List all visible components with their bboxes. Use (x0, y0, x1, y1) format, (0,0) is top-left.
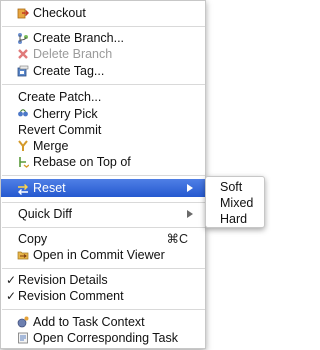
menu-item-label: Revision Comment (18, 289, 124, 303)
menu-item-copy[interactable]: Copy ⌘C (1, 231, 206, 247)
menu-item-checkout[interactable]: Checkout (1, 5, 206, 21)
menu-item-cherry-pick[interactable]: Cherry Pick (1, 106, 206, 122)
menu-item-create-branch[interactable]: Create Branch... (1, 30, 206, 46)
separator (2, 175, 205, 176)
menu-item-label: Reset (33, 181, 66, 195)
submenu-item-soft[interactable]: Soft (220, 179, 242, 195)
menu-item-delete-branch[interactable]: Delete Branch (1, 46, 206, 62)
checkmark-icon: ✓ (6, 289, 17, 303)
commit-viewer-icon (17, 249, 29, 261)
submenu-arrow-icon (187, 210, 193, 218)
separator (2, 26, 205, 27)
menu-item-label: Open Corresponding Task (33, 331, 178, 345)
menu-item-label: Copy (18, 232, 48, 246)
menu-item-label: Checkout (33, 6, 86, 20)
menu-item-quick-diff[interactable]: Quick Diff (1, 206, 206, 222)
menu-item-add-task-context[interactable]: Add to Task Context (1, 314, 206, 330)
separator (2, 227, 205, 228)
menu-item-label: Add to Task Context (33, 315, 145, 329)
checkmark-icon: ✓ (6, 273, 17, 287)
menu-item-label: Create Branch... (33, 31, 125, 45)
menu-item-create-tag[interactable]: Create Tag... (1, 63, 206, 79)
create-branch-icon (17, 32, 29, 44)
submenu-arrow-icon (187, 184, 193, 192)
submenu-item-hard[interactable]: Hard (220, 211, 247, 227)
shortcut-label: ⌘C (166, 232, 188, 246)
open-task-icon (17, 332, 29, 344)
menu-item-label: Open in Commit Viewer (33, 248, 165, 262)
menu-item-label: Quick Diff (18, 207, 72, 221)
separator (2, 202, 205, 203)
context-menu-screenshot: Checkout Create Branch... Delete Branch … (0, 0, 271, 350)
merge-icon (17, 140, 29, 152)
separator (2, 268, 205, 269)
menu-item-label: Create Tag... (33, 64, 105, 78)
menu-item-revision-comment[interactable]: ✓ Revision Comment (1, 288, 206, 304)
separator (2, 84, 205, 85)
checkout-icon (17, 7, 29, 19)
reset-submenu: Soft Mixed Hard (205, 176, 265, 228)
menu-item-label: Revision Details (18, 273, 108, 287)
menu-item-create-patch[interactable]: Create Patch... (1, 89, 206, 105)
delete-branch-icon (17, 48, 29, 60)
menu-item-rebase[interactable]: Rebase on Top of (1, 154, 206, 170)
menu-item-label: Cherry Pick (33, 107, 98, 121)
separator (2, 309, 205, 310)
context-menu: Checkout Create Branch... Delete Branch … (0, 0, 206, 349)
submenu-item-mixed[interactable]: Mixed (220, 195, 253, 211)
create-tag-icon (17, 65, 29, 77)
menu-item-label: Create Patch... (18, 90, 102, 104)
menu-item-revert-commit[interactable]: Revert Commit (1, 122, 206, 138)
menu-item-revision-details[interactable]: ✓ Revision Details (1, 272, 206, 288)
menu-item-label: Merge (33, 139, 69, 153)
reset-icon (17, 182, 29, 195)
rebase-icon (17, 156, 30, 168)
cherry-pick-icon (17, 108, 29, 120)
menu-item-open-task[interactable]: Open Corresponding Task (1, 330, 206, 346)
menu-item-label: Delete Branch (33, 47, 113, 61)
menu-item-merge[interactable]: Merge (1, 138, 206, 154)
menu-item-label: Revert Commit (18, 123, 102, 137)
menu-item-label: Rebase on Top of (33, 155, 131, 169)
task-context-icon (17, 316, 29, 328)
menu-item-reset[interactable]: Reset (1, 179, 206, 197)
menu-item-open-commit-viewer[interactable]: Open in Commit Viewer (1, 247, 206, 263)
